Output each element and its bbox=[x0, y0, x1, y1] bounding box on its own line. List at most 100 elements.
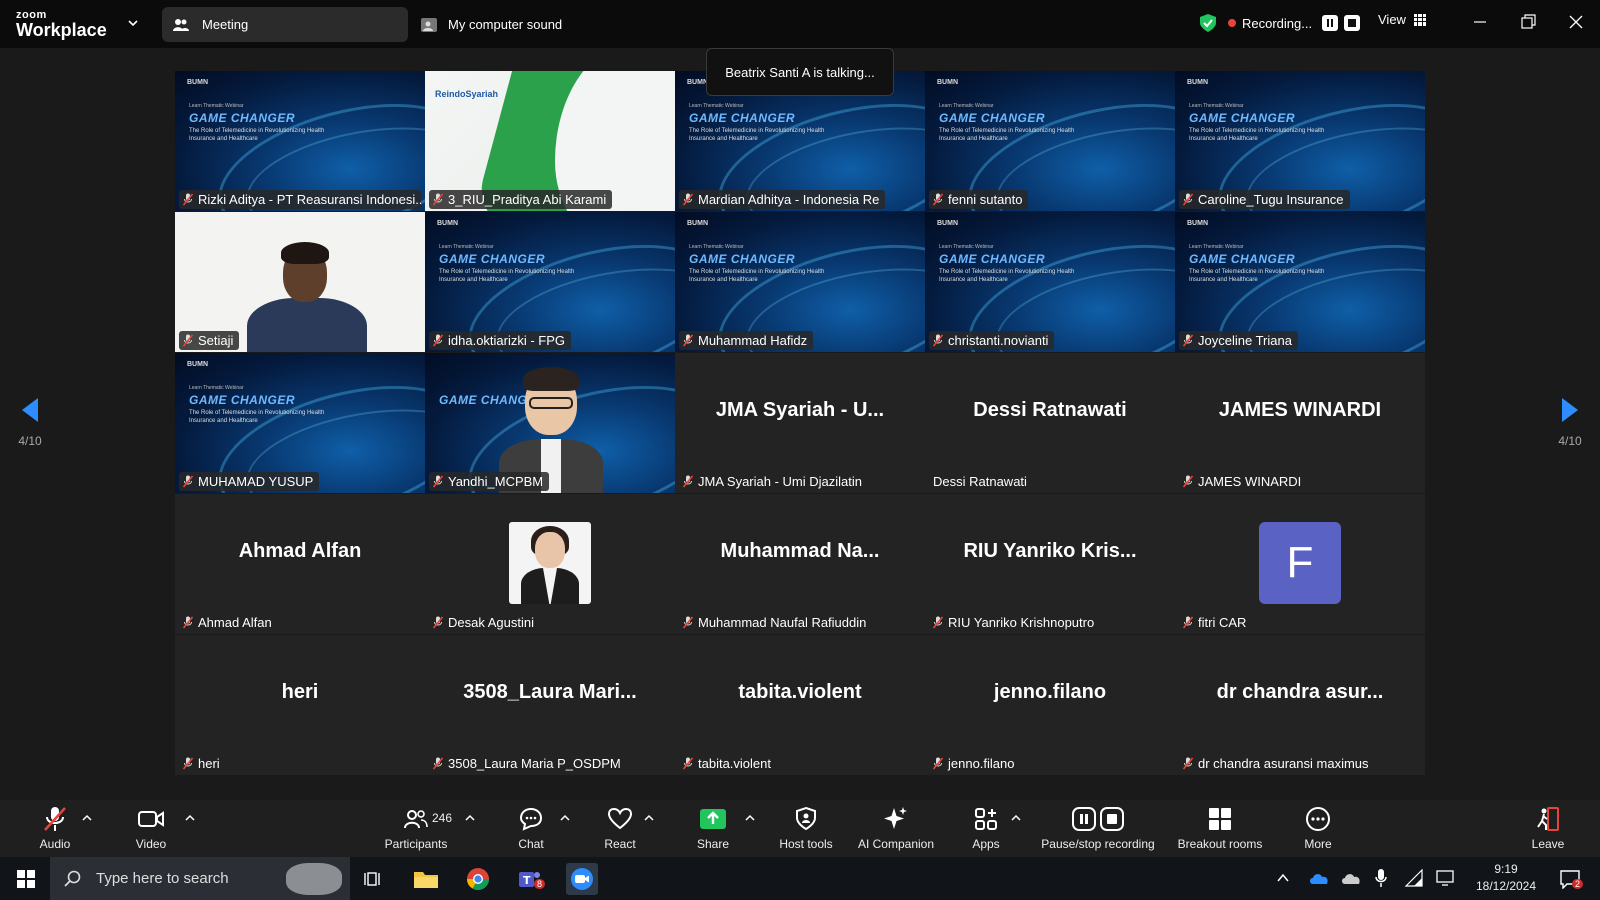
windows-start-button[interactable] bbox=[10, 863, 42, 895]
ai-companion-button[interactable]: AI Companion bbox=[853, 800, 939, 857]
slide-kicker: Learn Thematic Webinar bbox=[189, 103, 244, 109]
host-tools-button[interactable]: Host tools bbox=[776, 800, 836, 857]
chevron-up-icon[interactable] bbox=[82, 814, 92, 822]
sparkle-icon bbox=[884, 807, 907, 829]
participant-tile[interactable]: 3508_Laura Mari... 3508_Laura Maria P_OSD… bbox=[425, 635, 675, 775]
participant-tile[interactable]: Dessi Ratnawati Dessi Ratnawati bbox=[925, 353, 1175, 493]
slide-brand: BUMN bbox=[1187, 79, 1208, 86]
file-explorer-button[interactable] bbox=[410, 863, 442, 895]
chrome-button[interactable] bbox=[462, 863, 494, 895]
shield-check-icon[interactable] bbox=[1198, 13, 1218, 33]
participant-name: Rizki Aditya - PT Reasuransi Indonesi... bbox=[198, 192, 421, 207]
next-page-button[interactable]: 4/10 bbox=[1544, 372, 1596, 472]
participant-display-name: JAMES WINARDI bbox=[1218, 399, 1382, 421]
slide-subtitle: The Role of Telemedicine in Revolutioniz… bbox=[1189, 128, 1325, 142]
participant-tile[interactable]: BUMN Learn Thematic Webinar GAME CHANGER Th… bbox=[1175, 71, 1425, 211]
pause-stop-recording-button[interactable]: Pause/stop recording bbox=[1036, 800, 1160, 857]
slide-subtitle: The Role of Telemedicine in Revolutioniz… bbox=[439, 269, 575, 283]
pause-recording-button[interactable] bbox=[1322, 15, 1339, 31]
view-button[interactable]: View bbox=[1378, 12, 1426, 27]
slide-kicker: Learn Thematic Webinar bbox=[189, 385, 244, 391]
prev-page-button[interactable]: 4/10 bbox=[4, 372, 56, 472]
chevron-up-icon[interactable] bbox=[560, 814, 570, 822]
participants-button[interactable]: Participants bbox=[380, 800, 452, 857]
participant-tile[interactable]: BUMN Learn Thematic Webinar GAME CHANGER Th… bbox=[675, 212, 925, 352]
task-view-button[interactable] bbox=[358, 863, 390, 895]
participant-tile[interactable]: RIU Yanriko Kris... RIU Yanriko Krishnopu… bbox=[925, 494, 1175, 634]
meeting-toolbar: Audio Video Participants 246 Chat React … bbox=[0, 800, 1600, 857]
participant-tile[interactable]: BUMN Learn Thematic Webinar GAME CHANGER Th… bbox=[175, 353, 425, 493]
participant-tile[interactable]: Setiaji bbox=[175, 212, 425, 352]
chevron-up-icon[interactable] bbox=[644, 814, 654, 822]
network-icon[interactable] bbox=[1436, 869, 1456, 887]
participant-tile[interactable]: JAMES WINARDI JAMES WINARDI bbox=[1175, 353, 1425, 493]
apps-icon bbox=[975, 808, 997, 830]
participant-tile[interactable]: heri heri bbox=[175, 635, 425, 775]
participant-tile[interactable]: jenno.filano jenno.filano bbox=[925, 635, 1175, 775]
onedrive-icon[interactable] bbox=[1308, 869, 1330, 887]
wifi-icon[interactable] bbox=[1404, 869, 1424, 887]
apps-button[interactable]: Apps bbox=[966, 800, 1006, 857]
tab-computer-sound[interactable]: My computer sound bbox=[420, 7, 562, 42]
chat-button[interactable]: Chat bbox=[512, 800, 550, 857]
video-button[interactable]: Video bbox=[130, 800, 172, 857]
slide-kicker: Learn Thematic Webinar bbox=[1189, 244, 1244, 250]
restore-icon[interactable] bbox=[1518, 12, 1538, 32]
chevron-down-icon[interactable] bbox=[126, 16, 140, 30]
stop-recording-button[interactable] bbox=[1344, 15, 1361, 31]
chevron-up-icon[interactable] bbox=[745, 814, 755, 822]
ai-companion-label: AI Companion bbox=[857, 837, 935, 851]
participant-name: heri bbox=[198, 756, 220, 771]
breakout-rooms-label: Breakout rooms bbox=[1177, 837, 1263, 851]
participant-tile[interactable]: dr chandra asur... dr chandra asuransi ma… bbox=[1175, 635, 1425, 775]
participant-tile[interactable]: ReindoSyariah 3_RIU_Praditya Abi Karami bbox=[425, 71, 675, 211]
minimize-icon[interactable] bbox=[1470, 12, 1490, 32]
slide-kicker: Learn Thematic Webinar bbox=[689, 103, 744, 109]
participant-tile[interactable]: JMA Syariah - U... JMA Syariah - Umi Djaz… bbox=[675, 353, 925, 493]
more-label: More bbox=[1304, 837, 1332, 851]
participant-name: 3508_Laura Maria P_OSDPM bbox=[448, 756, 621, 771]
mic-muted-icon bbox=[1183, 193, 1193, 206]
participant-tile[interactable]: tabita.violent tabita.violent bbox=[675, 635, 925, 775]
participant-display-name: 3508_Laura Mari... bbox=[463, 681, 637, 703]
audio-button[interactable]: Audio bbox=[34, 800, 76, 857]
chevron-up-icon[interactable] bbox=[1011, 814, 1021, 822]
chevron-up-icon[interactable] bbox=[185, 814, 195, 822]
slide-brand: BUMN bbox=[187, 361, 208, 368]
chevron-up-icon[interactable] bbox=[1276, 871, 1290, 885]
close-icon[interactable] bbox=[1566, 12, 1586, 32]
participant-tile[interactable]: BUMN Learn Thematic Webinar GAME CHANGER Th… bbox=[425, 212, 675, 352]
chevron-up-icon[interactable] bbox=[465, 814, 475, 822]
participant-tile[interactable]: BUMN Learn Thematic Webinar GAME CHANGER Th… bbox=[1175, 212, 1425, 352]
cloud-icon[interactable] bbox=[1340, 869, 1362, 887]
zoom-taskbar-button[interactable] bbox=[566, 863, 598, 895]
participant-name: tabita.violent bbox=[698, 756, 771, 771]
taskbar-search[interactable]: Type here to search bbox=[50, 857, 350, 900]
chat-label: Chat bbox=[518, 837, 544, 851]
participant-tile[interactable]: BUMN Learn Thematic Webinar GAME CHANGER Th… bbox=[925, 212, 1175, 352]
grid-icon bbox=[1413, 13, 1426, 26]
participant-tile[interactable]: Ffitri CAR bbox=[1175, 494, 1425, 634]
participant-tile[interactable]: Desak Agustini bbox=[425, 494, 675, 634]
share-button[interactable]: Share bbox=[694, 800, 732, 857]
more-button[interactable]: More bbox=[1298, 800, 1338, 857]
system-clock[interactable]: 9:19 18/12/2024 bbox=[1466, 861, 1546, 895]
participant-tile[interactable]: Muhammad Na... Muhammad Naufal Rafiuddin bbox=[675, 494, 925, 634]
tab-meeting[interactable]: Meeting bbox=[162, 7, 408, 42]
notifications-button[interactable]: 2 bbox=[1554, 863, 1586, 895]
participant-name: christanti.novianti bbox=[948, 333, 1049, 348]
mic-muted-icon bbox=[683, 616, 693, 629]
participant-name-tag: dr chandra asuransi maximus bbox=[1179, 754, 1375, 773]
participant-tile[interactable]: BUMN Learn Thematic Webinar GAME CHANGER Th… bbox=[175, 71, 425, 211]
participant-tile[interactable]: GAME CHANGER Yandhi_MCPBM bbox=[425, 353, 675, 493]
participant-tile[interactable]: Ahmad Alfan Ahmad Alfan bbox=[175, 494, 425, 634]
breakout-rooms-button[interactable]: Breakout rooms bbox=[1172, 800, 1268, 857]
react-button[interactable]: React bbox=[600, 800, 640, 857]
arrow-left-icon bbox=[22, 398, 38, 422]
participant-tile[interactable]: BUMN Learn Thematic Webinar GAME CHANGER Th… bbox=[925, 71, 1175, 211]
leave-button[interactable]: Leave bbox=[1528, 800, 1568, 857]
microphone-icon[interactable] bbox=[1374, 868, 1388, 888]
react-label: React bbox=[604, 837, 636, 851]
page-indicator-right: 4/10 bbox=[1558, 434, 1582, 448]
teams-button[interactable]: T 8 bbox=[514, 863, 546, 895]
